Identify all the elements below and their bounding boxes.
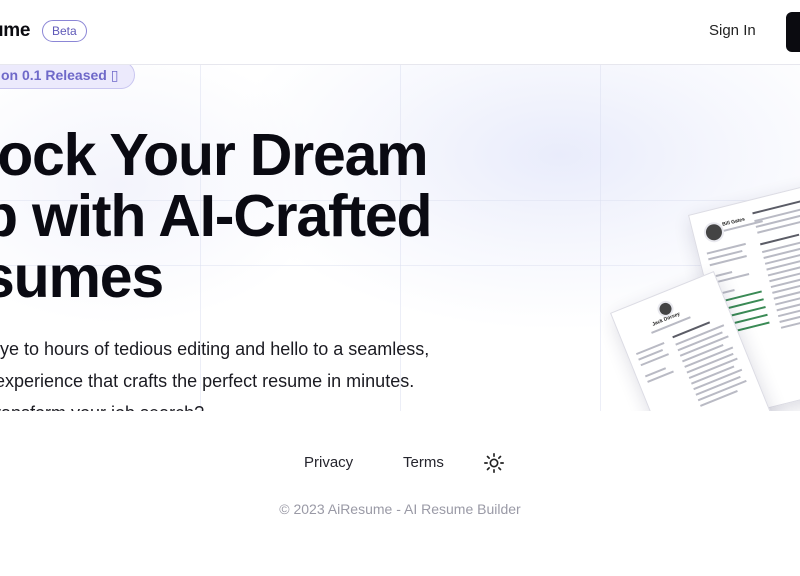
theme-toggle-button[interactable] <box>483 452 505 474</box>
top-navbar: ume Beta Sign In <box>0 0 800 65</box>
sun-icon <box>484 453 504 473</box>
get-started-button[interactable] <box>786 12 800 52</box>
sign-in-link[interactable]: Sign In <box>709 22 756 39</box>
terms-link[interactable]: Terms <box>403 454 444 471</box>
release-badge[interactable]: on 0.1 Released ▯ <box>0 65 136 89</box>
hero-section: on 0.1 Released ▯ lock Your Dream b with… <box>0 65 800 411</box>
brand-logo-text[interactable]: ume <box>0 20 30 42</box>
grid-line <box>600 65 601 411</box>
hero-subtext: bye to hours of tedious editing and hell… <box>0 339 430 411</box>
beta-badge: Beta <box>42 20 87 42</box>
hero-headline: lock Your Dream b with AI-Crafted sumes <box>0 122 433 310</box>
copyright-text: © 2023 AiResume - AI Resume Builder <box>279 501 521 517</box>
privacy-link[interactable]: Privacy <box>304 454 353 471</box>
